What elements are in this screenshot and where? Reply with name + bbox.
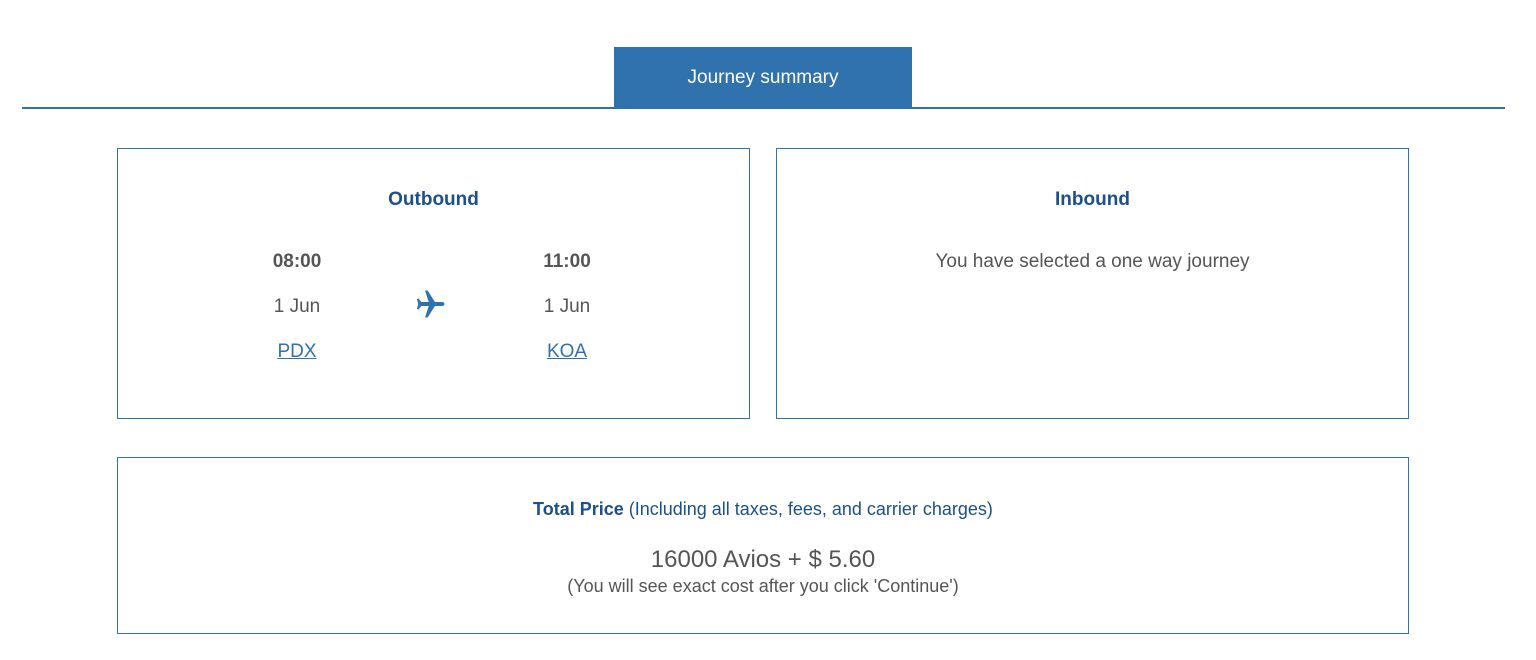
total-price-note: (You will see exact cost after you click… bbox=[567, 576, 959, 596]
one-way-message: You have selected a one way journey bbox=[935, 251, 1250, 272]
total-price-label: Total Price bbox=[533, 499, 624, 519]
tab-label: Journey summary bbox=[687, 67, 839, 88]
total-price-qualifier: (Including all taxes, fees, and carrier … bbox=[623, 499, 993, 519]
tab-journey-summary[interactable]: Journey summary bbox=[614, 47, 912, 109]
outbound-card: Outbound 08:00 1 Jun PDX 11:00 1 Jun KOA bbox=[117, 148, 750, 419]
outbound-title: Outbound bbox=[388, 189, 479, 210]
total-price-card: Total Price (Including all taxes, fees, … bbox=[117, 457, 1409, 634]
total-price-amount: 16000 Avios + $ 5.60 bbox=[650, 546, 876, 573]
arrival-date: 1 Jun bbox=[543, 296, 591, 317]
departure-airport-link[interactable]: PDX bbox=[227, 341, 367, 363]
plane-icon bbox=[416, 290, 445, 318]
inbound-title: Inbound bbox=[1055, 189, 1130, 210]
total-price-heading: Total Price (Including all taxes, fees, … bbox=[118, 499, 1408, 520]
departure-time: 08:00 bbox=[272, 251, 322, 272]
arrival-airport-link[interactable]: KOA bbox=[497, 341, 637, 363]
arrival-time: 11:00 bbox=[543, 251, 591, 272]
journey-summary-page: Journey summary Outbound 08:00 1 Jun PDX… bbox=[0, 0, 1536, 660]
departure-date: 1 Jun bbox=[273, 296, 321, 317]
inbound-card: Inbound You have selected a one way jour… bbox=[776, 148, 1409, 419]
